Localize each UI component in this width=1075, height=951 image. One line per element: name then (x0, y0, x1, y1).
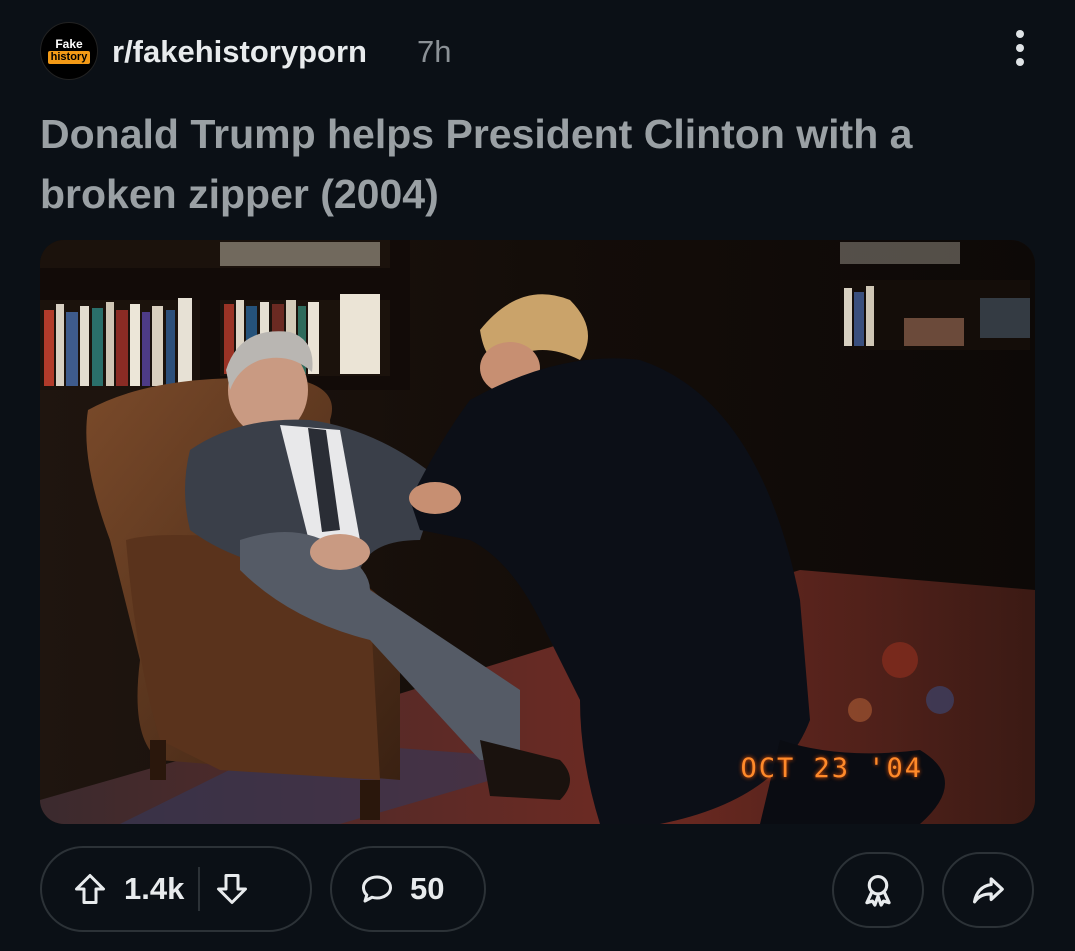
award-icon (859, 871, 897, 909)
speech-bubble-icon (358, 871, 396, 907)
share-icon (969, 871, 1007, 909)
vote-divider (198, 867, 201, 911)
post-title[interactable]: Donald Trump helps President Clinton wit… (40, 104, 1030, 224)
post-header: Fake history r/fakehistoryporn 7h (40, 22, 1040, 82)
award-button[interactable] (832, 852, 924, 928)
subreddit-avatar[interactable]: Fake history (40, 22, 98, 80)
more-options-icon[interactable] (1014, 30, 1026, 70)
vote-bar: 1.4k (40, 846, 312, 932)
post-image[interactable]: OCT 23 '04 (40, 240, 1035, 824)
share-button[interactable] (942, 852, 1034, 928)
comments-button[interactable]: 50 (330, 846, 486, 932)
photo-illustration (40, 240, 1035, 824)
upvote-icon[interactable] (72, 871, 108, 907)
subreddit-name[interactable]: r/fakehistoryporn (112, 34, 367, 70)
vote-score: 1.4k (124, 871, 185, 906)
avatar-text-history: history (47, 51, 91, 64)
post-age: 7h (417, 34, 452, 69)
comment-count: 50 (410, 871, 445, 906)
downvote-icon[interactable] (214, 871, 250, 907)
avatar-text-fake: Fake (55, 37, 83, 51)
photo-datestamp: OCT 23 '04 (740, 753, 923, 784)
